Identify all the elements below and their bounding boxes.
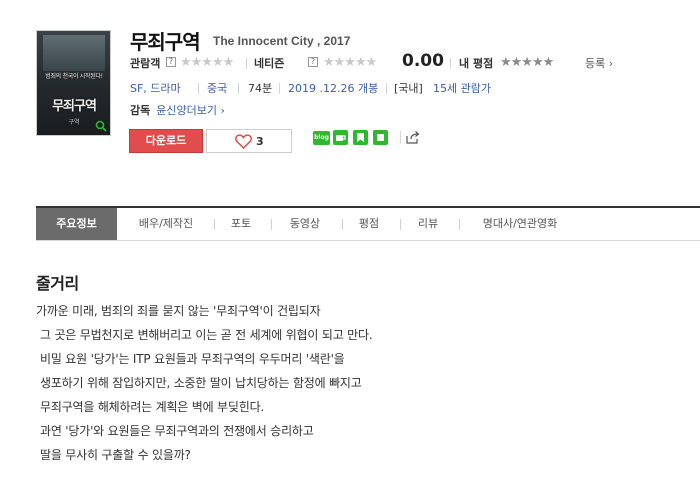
tab-divider [214,219,215,230]
tab-divider [459,219,460,230]
divider [238,83,239,94]
plot-line: 가까운 미래, 범죄의 죄를 묻지 않는 '무죄구역'이 건립되자 [36,304,321,318]
plot-line: 비밀 요원 '당가'는 ITP 요원들과 무죄구역의 우두머리 '색란'을 [40,352,345,366]
square-icon [377,134,384,141]
age-rating-link[interactable]: 15세 관람가 [433,80,491,96]
plot-line: 그 곳은 무법천지로 변해버리고 이는 곧 전 세계에 위협이 되고 만다. [40,328,373,342]
runtime: 74분 [248,82,273,95]
plot-line: 과연 '당가'와 요원들은 무죄구역과의 전쟁에서 승리하고 [40,424,314,438]
audience-label: 관람객 [130,57,161,70]
release-date-link[interactable]: 2019 .12.26 개봉 [288,80,378,96]
director-row: 감독 윤신양더보기 › [130,102,225,118]
director-more-link[interactable]: 더보기 › [187,104,225,117]
plot-line: 무죄구역을 해체하려는 계획은 벽에 부딪힌다. [40,400,265,414]
my-rating-label: 내 평점 [459,57,494,70]
line-share-icon[interactable] [373,130,388,145]
divider [246,58,247,69]
cup-icon [336,135,346,141]
tab-photo[interactable]: 포토 [222,208,260,240]
poster-art [43,35,105,71]
movie-title-english: The Innocent City , 2017 [213,34,351,48]
band-share-icon[interactable] [353,130,368,145]
download-button[interactable]: 다운로드 [129,129,203,153]
heart-icon [235,134,252,149]
divider [279,83,280,94]
tab-review[interactable]: 리뷰 [410,208,446,240]
poster-title: 무죄구역 [52,99,97,114]
plot-heading: 줄거리 [36,274,79,293]
country-link[interactable]: 중국 [207,80,227,96]
blog-share-icon[interactable]: blog [313,131,330,145]
netizen-help-icon[interactable]: ? [308,57,318,67]
audience-stars: ★★★★★ [180,55,234,70]
netizen-label: 네티즌 [254,57,285,70]
movie-title: 무죄구역 [130,30,201,54]
divider [450,58,451,69]
rating-region: [국내] [394,82,423,95]
netizen-score: 0.00 [402,51,444,71]
like-count: 3 [256,135,264,148]
tab-divider [342,219,343,230]
divider [400,131,401,144]
tab-quotes-related[interactable]: 명대사/연관영화 [470,208,570,240]
share-arrow-icon [406,131,420,144]
tab-video[interactable]: 동영상 [280,208,330,240]
audience-help-icon[interactable]: ? [166,57,176,67]
poster-tagline: 범죄의 천국이 시작된다! [45,73,103,80]
bookmark-icon [357,133,364,142]
my-rating-stars[interactable]: ★★★★★ [500,55,554,71]
divider [198,83,199,94]
plot-line: 생포하기 위해 잠입하지만, 소중한 딸이 납치당하는 함정에 빠지고 [40,376,362,390]
tab-divider [271,219,272,230]
share-icon[interactable] [405,130,420,145]
tab-cast-crew[interactable]: 배우/제작진 [128,208,204,240]
tab-divider [400,219,401,230]
director-label: 감독 [130,104,151,117]
zoom-icon[interactable] [95,120,107,132]
netizen-stars: ★★★★★ [323,55,377,70]
like-button[interactable]: 3 [206,129,292,153]
cafe-share-icon[interactable] [333,130,348,145]
director-name-link[interactable]: 윤신양 [156,104,186,117]
divider [386,83,387,94]
section-tabs: 주요정보 배우/제작진 포토 동영상 평점 리뷰 명대사/연관영화 [36,208,700,241]
plot-line: 딸을 무사히 구출할 수 있을까? [40,448,191,462]
tab-main-info[interactable]: 주요정보 [36,208,117,240]
register-rating-link[interactable]: 등록 › [585,55,613,71]
genre-link[interactable]: SF, 드라마 [130,80,181,96]
blog-share-label: blog [314,134,329,141]
movie-poster[interactable]: 범죄의 천국이 시작된다! 무죄구역 구역 [36,30,111,136]
tab-rating[interactable]: 평점 [351,208,387,240]
